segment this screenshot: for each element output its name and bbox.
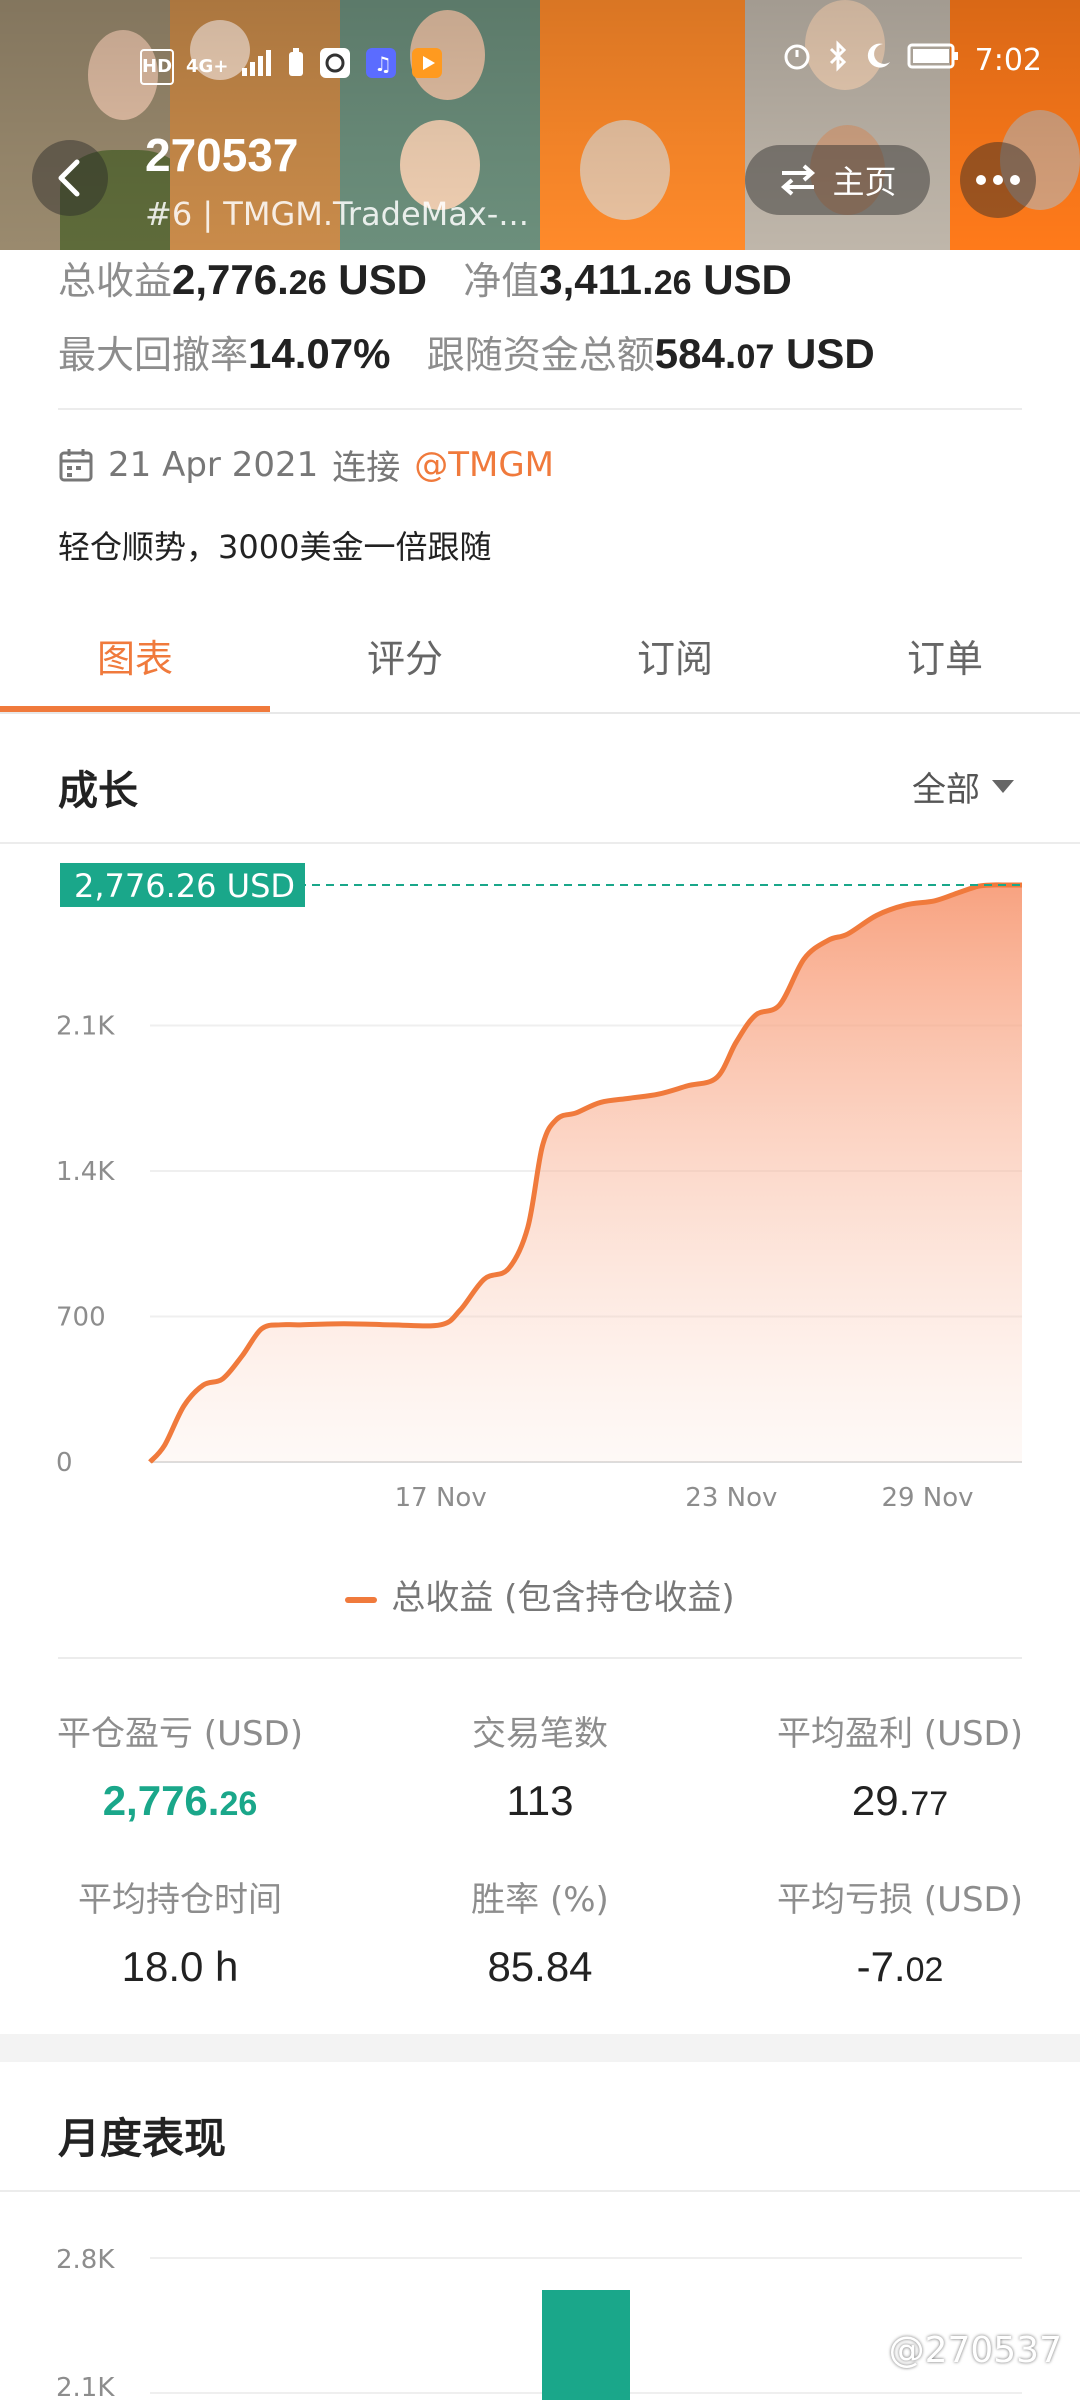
range-dropdown[interactable]: 全部 bbox=[912, 762, 1014, 811]
battery-saver-icon bbox=[286, 48, 306, 86]
music-icon: ♫ bbox=[364, 46, 398, 88]
stat-label: 胜率 (%) bbox=[471, 1880, 609, 1920]
hd-indicator: HD bbox=[140, 49, 175, 85]
more-button[interactable] bbox=[960, 142, 1036, 218]
tab-chart[interactable]: 图表 bbox=[0, 628, 270, 683]
divider bbox=[58, 408, 1022, 410]
y-tick-label: 2.1K bbox=[56, 2373, 115, 2400]
moon-icon bbox=[863, 40, 893, 80]
y-tick-label: 2.1K bbox=[56, 1012, 115, 1042]
y-tick-label: 0 bbox=[56, 1448, 73, 1478]
status-time: 7:02 bbox=[974, 42, 1042, 78]
connection-row: 21 Apr 2021 连接 @TMGM bbox=[58, 440, 554, 489]
svg-text:♫: ♫ bbox=[374, 52, 392, 76]
strategy-description: 轻仓顺势，3000美金一倍跟随 bbox=[58, 528, 492, 566]
video-icon bbox=[410, 46, 444, 88]
follow-funds-label: 跟随资金总额 bbox=[426, 333, 655, 377]
stat-label: 平均盈利 (USD) bbox=[777, 1714, 1023, 1754]
equity-value: 3,411.26 USD bbox=[539, 256, 792, 303]
stat-value: 113 bbox=[506, 1777, 574, 1824]
monthly-section-title: 月度表现 bbox=[58, 2114, 227, 2163]
legend-label: 总收益 (包含持仓收益) bbox=[391, 1578, 735, 1618]
section-separator bbox=[0, 2034, 1080, 2062]
summary-row-1: 总收益2,776.26 USD 净值3,411.26 USD bbox=[58, 250, 792, 305]
summary-row-2: 最大回撤率14.07% 跟随资金总额584.07 USD bbox=[58, 324, 875, 379]
stat-value: 29.77 bbox=[851, 1777, 949, 1824]
tab-subscribe[interactable]: 订阅 bbox=[540, 628, 810, 683]
chevron-left-icon bbox=[58, 159, 80, 197]
x-tick-label: 17 Nov bbox=[395, 1483, 487, 1513]
growth-chart: 0 700 1.4K 2.1K 17 Nov 23 Nov 29 Nov 2,776.26… bbox=[56, 862, 1022, 1513]
max-drawdown-value: 14.07% bbox=[248, 330, 391, 377]
current-value-label: 2,776.26 USD bbox=[74, 867, 295, 905]
tabs-divider bbox=[0, 712, 1080, 714]
legend-swatch bbox=[345, 1596, 378, 1603]
stat-value: 2,776.26 bbox=[102, 1777, 258, 1824]
caret-down-icon bbox=[992, 779, 1014, 793]
more-dots-icon bbox=[976, 175, 1020, 185]
signal-icon bbox=[240, 48, 274, 86]
connection-label: 连接 bbox=[332, 448, 401, 488]
home-button[interactable]: 主页 bbox=[745, 145, 930, 215]
network-indicator: 4G+ bbox=[186, 56, 229, 77]
y-tick-label: 1.4K bbox=[56, 1157, 115, 1187]
x-tick-label: 23 Nov bbox=[685, 1483, 777, 1513]
tab-rating[interactable]: 评分 bbox=[270, 628, 540, 683]
home-button-label: 主页 bbox=[832, 163, 897, 201]
stat-label: 平仓盈亏 (USD) bbox=[57, 1714, 303, 1754]
stat-trade-count: 交易笔数 113 bbox=[360, 1706, 720, 1825]
stat-closed-pnl: 平仓盈亏 (USD) 2,776.26 bbox=[0, 1706, 360, 1825]
current-value-badge: 2,776.26 USD bbox=[60, 862, 305, 907]
monthly-bar bbox=[542, 2290, 630, 2400]
stat-avg-hold-time: 平均持仓时间 18.0 h bbox=[0, 1872, 360, 1991]
stat-label: 交易笔数 bbox=[472, 1714, 608, 1754]
growth-section-title: 成长 bbox=[58, 768, 138, 814]
tab-orders[interactable]: 订单 bbox=[810, 628, 1080, 683]
page-subtitle: #6 | TMGM.TradeMax-... bbox=[145, 195, 529, 233]
watermark: @270537 bbox=[888, 2330, 1062, 2371]
stat-label: 平均亏损 (USD) bbox=[777, 1880, 1023, 1920]
header-banner: HD 4G+ ♫ 7:02 270537 #6 | TMGM.TradeMax-… bbox=[0, 0, 1080, 250]
stat-value: 85.84 bbox=[487, 1943, 593, 1990]
connection-date: 21 Apr 2021 bbox=[108, 444, 319, 485]
stat-value: 18.0 h bbox=[121, 1943, 239, 1990]
total-profit-value: 2,776.26 USD bbox=[172, 256, 427, 303]
divider bbox=[0, 842, 1080, 844]
max-drawdown-label: 最大回撤率 bbox=[58, 333, 249, 377]
bluetooth-icon bbox=[827, 40, 849, 80]
broker-link[interactable]: @TMGM bbox=[414, 445, 554, 485]
x-tick-label: 29 Nov bbox=[881, 1483, 973, 1513]
page-title: 270537 bbox=[145, 129, 299, 181]
calendar-icon bbox=[59, 448, 93, 481]
sync-icon bbox=[318, 46, 352, 88]
divider bbox=[58, 1657, 1022, 1659]
range-dropdown-label: 全部 bbox=[912, 770, 980, 810]
switch-icon bbox=[781, 164, 816, 196]
active-tab-indicator bbox=[0, 706, 270, 712]
growth-area bbox=[150, 884, 1022, 1462]
stat-avg-loss: 平均亏损 (USD) -7.02 bbox=[720, 1872, 1080, 1991]
stat-label: 平均持仓时间 bbox=[78, 1880, 282, 1920]
y-tick-label: 2.8K bbox=[56, 2245, 115, 2275]
total-profit-label: 总收益 bbox=[58, 259, 173, 303]
back-button[interactable] bbox=[32, 140, 108, 216]
status-bar: HD 4G+ ♫ 7:02 bbox=[0, 40, 1080, 90]
alarm-icon bbox=[781, 40, 813, 80]
stat-value: -7.02 bbox=[856, 1943, 944, 1990]
y-tick-label: 700 bbox=[56, 1303, 106, 1333]
chart-legend: 总收益 (包含持仓收益) bbox=[0, 1570, 1080, 1619]
equity-label: 净值 bbox=[463, 259, 540, 303]
follow-funds-value: 584.07 USD bbox=[654, 330, 875, 377]
battery-icon bbox=[907, 41, 961, 79]
stat-win-rate: 胜率 (%) 85.84 bbox=[360, 1872, 720, 1991]
stat-avg-profit: 平均盈利 (USD) 29.77 bbox=[720, 1706, 1080, 1825]
